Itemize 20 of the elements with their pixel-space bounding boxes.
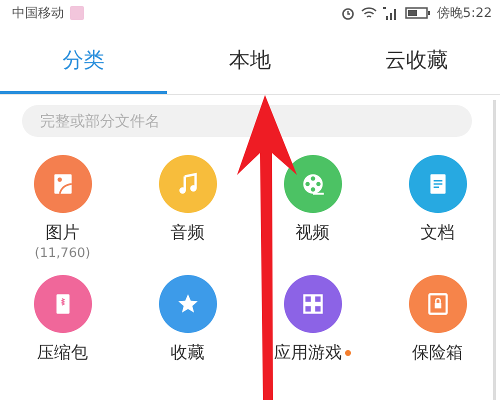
category-label: 音频 [170,222,204,244]
wifi-icon [360,6,377,20]
battery-icon [404,7,431,19]
notification-icon [70,6,84,20]
tab[interactable]: 云收藏 [333,26,500,94]
category-label: 压缩包 [37,342,88,364]
category-button[interactable] [284,155,342,213]
category-label: 视频 [296,222,330,244]
alarm-icon [340,6,355,20]
tab[interactable]: 本地 [166,26,334,94]
file-count: (11,760) [34,246,90,261]
category-label: 应用游戏 [274,342,342,364]
category-label: 收藏 [170,342,204,364]
carrier-name: 中国移动 [12,5,64,22]
signal-icon [382,6,399,20]
category-label: 文档 [420,222,454,244]
clock-time: 傍晚5:22 [436,5,492,22]
category-label: 保险箱 [412,342,463,364]
category-label: 图片 [46,222,80,244]
search-field[interactable]: 完整或部分文件名 [22,105,472,137]
